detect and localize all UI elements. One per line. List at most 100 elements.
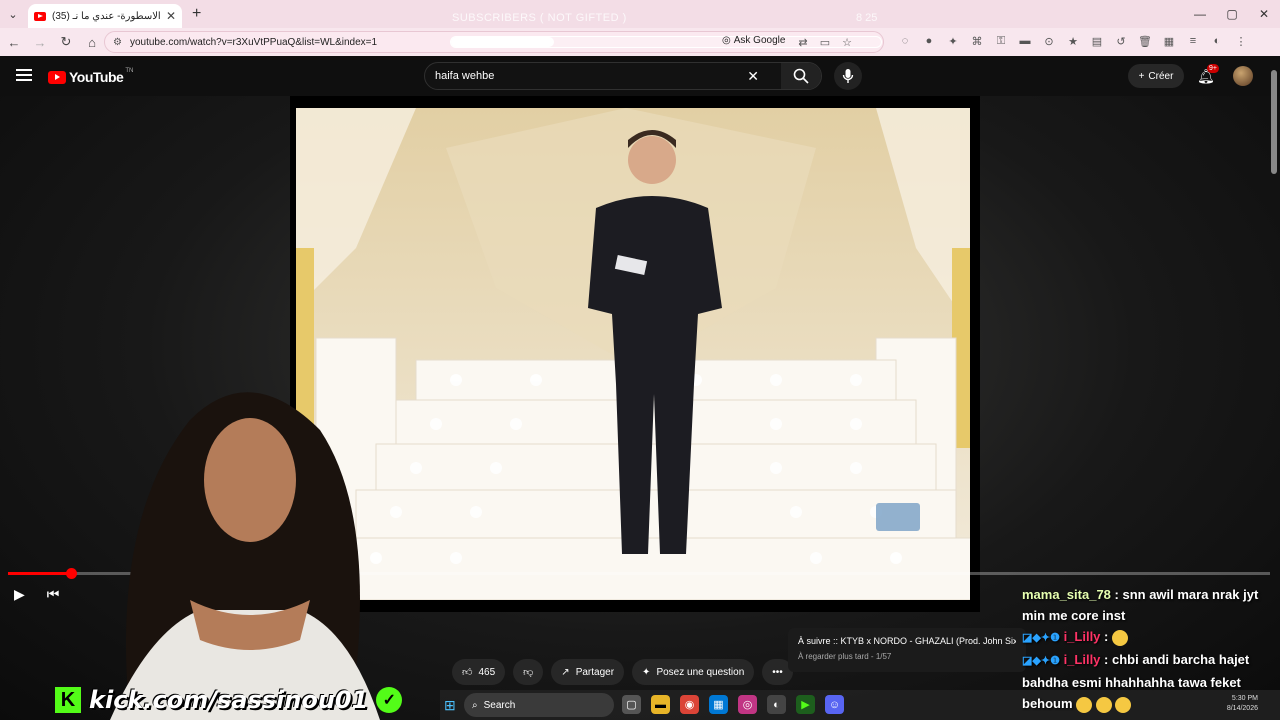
country-code: TN	[125, 68, 134, 74]
back-icon[interactable]: ←	[2, 30, 26, 54]
card-icon[interactable]: ▬	[1018, 34, 1032, 48]
task-view-icon[interactable]: ▢	[622, 695, 641, 714]
search-box[interactable]: haifa wehbe ✕	[424, 62, 822, 90]
ask-google-label: Ask Google	[733, 35, 786, 46]
window-controls: — ▢ ✕	[1184, 0, 1280, 28]
voice-search-button[interactable]	[834, 62, 862, 90]
discord-icon[interactable]: ☺	[825, 695, 844, 714]
history-icon[interactable]: ↺	[1114, 34, 1128, 48]
split-view-icon[interactable]: ▦	[1162, 34, 1176, 48]
ask-question-label: Posez une question	[656, 666, 745, 678]
play-icon[interactable]: ▶	[14, 586, 25, 603]
forward-icon[interactable]: →	[28, 30, 52, 54]
youtube-logo[interactable]: YouTube TN	[48, 68, 134, 85]
laughing-emoji-icon	[1115, 696, 1132, 713]
app-icon[interactable]: ◐	[767, 695, 786, 714]
laughing-emoji-icon	[1076, 696, 1093, 713]
translate-icon[interactable]: ⇄	[796, 35, 810, 49]
location-icon[interactable]: ⊙	[1042, 34, 1056, 48]
microphone-icon	[842, 69, 854, 83]
laughing-emoji-icon	[1111, 629, 1128, 646]
chat-badges-icon: ◪◆✦❶	[1022, 655, 1060, 667]
search-icon: ⌕	[472, 699, 478, 711]
tab-search-icon[interactable]: ⌄	[0, 0, 26, 28]
extension-icon[interactable]: ●	[922, 34, 936, 48]
tab-strip: ⌄ (35) الحلقة الاسطورة- عندي ما نـ ✕ +	[0, 0, 1280, 28]
chat-message: ◪◆✦❶ i_Lilly :	[1022, 626, 1272, 649]
search-input[interactable]: haifa wehbe	[435, 70, 747, 82]
dislike-button[interactable]: 👎︎	[513, 659, 544, 685]
share-label: Partager	[575, 666, 615, 678]
instagram-icon[interactable]: ◎	[738, 695, 757, 714]
profile-icon[interactable]: ◐	[1210, 34, 1224, 48]
bookmark-star-icon[interactable]: ☆	[840, 35, 854, 49]
seek-bar-played	[8, 572, 72, 575]
taskbar-apps: ▢ ▬ ◉ ▦ ◎ ◐ ▶ ☺	[622, 695, 844, 714]
extension-icon[interactable]: ◌	[898, 34, 912, 48]
share-icon: ↗	[561, 666, 570, 678]
laughing-emoji-icon	[1095, 696, 1112, 713]
youtube-play-logo-icon	[48, 70, 66, 84]
store-icon[interactable]: ▦	[709, 695, 728, 714]
reload-icon[interactable]: ↻	[54, 30, 78, 54]
chrome-icon[interactable]: ◉	[680, 695, 699, 714]
chat-message: mama_sita_78 : snn awil mara nrak jyt mi…	[1022, 587, 1259, 623]
up-next-title: À suivre :: KTYB x NORDO - GHAZALI (Prod…	[798, 636, 1016, 646]
windows-start-icon[interactable]: ⊞	[444, 697, 456, 714]
kick-branding: K kick.com/sassinou01 ✓	[55, 686, 403, 714]
menu-icon[interactable]	[16, 69, 32, 81]
cast-icon[interactable]: ▭	[818, 35, 832, 49]
ask-question-button[interactable]: ✦ Posez une question	[632, 659, 755, 685]
puzzle-icon[interactable]: ✦	[946, 34, 960, 48]
trash-icon[interactable]: 🗑	[1138, 34, 1152, 48]
share-button[interactable]: ↗ Partager	[551, 659, 625, 685]
file-explorer-icon[interactable]: ▬	[651, 695, 670, 714]
close-window-icon[interactable]: ✕	[1248, 0, 1280, 28]
star-icon[interactable]: ★	[1066, 34, 1080, 48]
notifications-button[interactable]: 🔔︎ 9+	[1197, 64, 1219, 85]
streamer-webcam	[110, 392, 380, 720]
search-button[interactable]	[781, 63, 821, 89]
lens-icon: ◎	[722, 35, 731, 46]
chat-username: i_Lilly	[1063, 629, 1101, 644]
create-button[interactable]: + Créer	[1128, 64, 1184, 88]
kick-app-icon[interactable]: ▶	[796, 695, 815, 714]
scrollbar-thumb[interactable]	[1271, 70, 1277, 174]
bookmarks-icon[interactable]: ≡	[1186, 34, 1200, 48]
stream-overlay-label: SUBSCRIBERS ( NOT GIFTED )	[452, 12, 627, 24]
site-info-icon[interactable]: ⚙	[113, 37, 122, 48]
taskbar-search[interactable]: ⌕ Search	[464, 693, 614, 717]
extension-icon[interactable]: ⌘	[970, 34, 984, 48]
page-scrollbar[interactable]	[1271, 62, 1279, 720]
new-tab-icon[interactable]: +	[192, 5, 201, 23]
account-avatar[interactable]	[1233, 66, 1253, 86]
reading-list-icon[interactable]: ▤	[1090, 34, 1104, 48]
stream-chat: mama_sita_78 : snn awil mara nrak jyt mi…	[1022, 584, 1272, 714]
kick-logo-icon: K	[55, 687, 81, 713]
like-button[interactable]: 👍︎ 465	[452, 659, 506, 685]
video-actions: 👍︎ 465 👎︎ ↗ Partager ✦ Posez une questio…	[452, 659, 793, 685]
youtube-header: YouTube TN haifa wehbe ✕ + Créer 🔔︎ 9+	[0, 56, 1280, 96]
taskbar-search-label: Search	[483, 699, 516, 711]
browser-tab[interactable]: (35) الحلقة الاسطورة- عندي ما نـ ✕	[28, 4, 182, 28]
menu-kebab-icon[interactable]: ⋮	[1234, 34, 1248, 48]
up-next-subtitle: À regarder plus tard - 1/57	[798, 652, 892, 661]
up-next-card[interactable]: À suivre :: KTYB x NORDO - GHAZALI (Prod…	[788, 628, 1026, 672]
extensions-toolbar: ◌ ● ✦ ⌘ ⚿ ▬ ⊙ ★ ▤ ↺ 🗑 ▦ ≡ ◐ ⋮	[898, 34, 1248, 48]
notification-badge: 9+	[1207, 64, 1219, 73]
sparkle-icon: ✦	[642, 666, 651, 678]
maximize-icon[interactable]: ▢	[1216, 0, 1248, 28]
key-icon[interactable]: ⚿	[994, 34, 1008, 48]
kick-channel-url: kick.com/sassinou01	[89, 686, 369, 714]
minimize-icon[interactable]: —	[1184, 0, 1216, 28]
more-icon: •••	[772, 666, 783, 678]
clear-search-icon[interactable]: ✕	[747, 68, 759, 85]
close-tab-icon[interactable]: ✕	[166, 9, 176, 23]
previous-icon[interactable]: ⏮	[47, 586, 60, 603]
create-label: Créer	[1148, 70, 1174, 82]
like-count: 465	[478, 666, 496, 678]
chat-username: i_Lilly	[1063, 652, 1101, 667]
youtube-wordmark: YouTube	[69, 69, 124, 85]
home-icon[interactable]: ⌂	[80, 30, 104, 54]
ask-google-button[interactable]: ◎ Ask Google	[722, 35, 785, 46]
